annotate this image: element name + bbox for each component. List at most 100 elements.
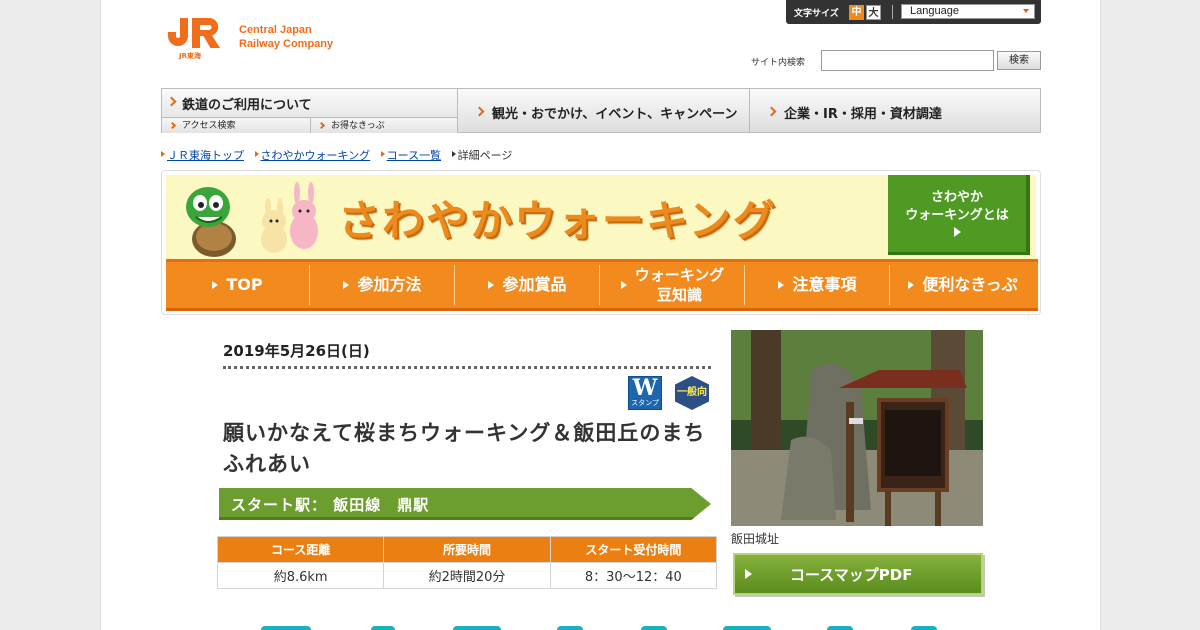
header-duration: 所要時間 bbox=[383, 536, 551, 563]
about-walking-button[interactable]: さわやか ウォーキングとは bbox=[888, 175, 1030, 255]
logo-wordmark: Central Japan Railway Company bbox=[239, 23, 333, 51]
breadcrumb-item[interactable]: コース一覧 bbox=[380, 147, 441, 163]
breadcrumb: ＪＲ東海トップ さわやかウォーキング コース一覧 詳細ページ bbox=[161, 147, 519, 163]
chevron-right-icon bbox=[317, 121, 326, 130]
about-line-2: ウォーキングとは bbox=[905, 208, 1009, 223]
stamp-badge-letter: W bbox=[632, 375, 658, 401]
mascot-illustration bbox=[186, 182, 318, 257]
chevron-right-icon bbox=[166, 96, 177, 107]
course-map-pdf-button[interactable]: コースマップPDF bbox=[733, 553, 983, 595]
nav-railway-usage-label: 鉄道のご利用について bbox=[182, 98, 312, 113]
nav-access-search[interactable]: アクセス検索 bbox=[162, 117, 310, 133]
breadcrumb-link-walking[interactable]: さわやかウォーキング bbox=[261, 149, 371, 162]
search-label: サイト内検索 bbox=[751, 58, 806, 68]
bottom-tab[interactable] bbox=[371, 626, 395, 630]
walking-nav-tips[interactable]: ウォーキング 豆知識 bbox=[601, 265, 745, 305]
about-line-1: さわやか bbox=[930, 190, 983, 205]
global-nav: 鉄道のご利用について アクセス検索 お得なきっぷ 観光・おでかけ、イベント、キャ… bbox=[161, 88, 1041, 133]
general-badge-icon: 一般向 bbox=[675, 376, 709, 410]
walking-nav-tickets[interactable]: 便利なきっぷ bbox=[891, 265, 1035, 305]
language-select-label: Language bbox=[910, 5, 959, 17]
walking-nav-prizes-label: 参加賞品 bbox=[502, 275, 567, 294]
nav-railway-usage[interactable]: 鉄道のご利用について アクセス検索 お得なきっぷ bbox=[161, 88, 458, 133]
jr-central-logo[interactable]: Central Japan Railway Company JR東海 bbox=[166, 16, 346, 64]
search-input[interactable] bbox=[821, 50, 994, 71]
arrow-right-icon bbox=[343, 281, 350, 289]
photo-caption: 飯田城址 bbox=[731, 532, 780, 546]
arrow-right-icon bbox=[745, 569, 752, 579]
divider bbox=[892, 5, 893, 19]
play-arrow-icon bbox=[953, 227, 961, 237]
course-map-pdf-label: コースマップPDF bbox=[790, 565, 913, 584]
walking-nav-notes[interactable]: 注意事項 bbox=[746, 265, 890, 305]
walking-banner: さわやかウォーキング さわやか ウォーキングとは TOP 参加方法 参加賞品 ウ… bbox=[161, 170, 1041, 315]
cell-duration: 約2時間20分 bbox=[383, 562, 551, 589]
chevron-down-icon bbox=[1023, 9, 1029, 13]
walking-nav: TOP 参加方法 参加賞品 ウォーキング 豆知識 注意事項 便利なきっぷ bbox=[166, 259, 1038, 311]
font-size-large-button[interactable]: 大 bbox=[866, 5, 881, 20]
course-info-table: コース距離 所要時間 スタート受付時間 約8.6km 約2時間20分 8：30～… bbox=[216, 536, 718, 589]
chevron-right-icon bbox=[474, 106, 485, 117]
walking-nav-how-to-join[interactable]: 参加方法 bbox=[311, 265, 455, 305]
nav-discount-tickets[interactable]: お得なきっぷ bbox=[310, 117, 458, 133]
stamp-badge-icon: W スタンプ bbox=[628, 376, 662, 410]
banner-header: さわやかウォーキング さわやか ウォーキングとは bbox=[166, 175, 1036, 259]
table-header-row: コース距離 所要時間 スタート受付時間 bbox=[216, 536, 718, 563]
page-container: 文字サイズ 中 大 Language Central Japan Railway… bbox=[100, 0, 1101, 630]
bottom-tab[interactable] bbox=[641, 626, 667, 630]
jr-logo-icon bbox=[168, 18, 220, 48]
course-photo bbox=[731, 330, 983, 526]
bottom-tab[interactable] bbox=[827, 626, 853, 630]
arrow-right-icon bbox=[778, 281, 785, 289]
bottom-tab[interactable] bbox=[911, 626, 937, 630]
search-button[interactable]: 検索 bbox=[997, 51, 1041, 70]
walking-nav-how-to-join-label: 参加方法 bbox=[357, 275, 422, 294]
logo-line-1: Central Japan bbox=[239, 24, 312, 36]
banner-title: さわやかウォーキング bbox=[338, 196, 777, 245]
logo-line-2: Railway Company bbox=[239, 38, 334, 50]
header-start-time: スタート受付時間 bbox=[549, 536, 718, 563]
font-size-label: 文字サイズ bbox=[794, 9, 839, 19]
walking-nav-top[interactable]: TOP bbox=[166, 265, 310, 305]
nav-tourism-events-label: 観光・おでかけ、イベント、キャンペーン bbox=[492, 107, 738, 122]
arrow-right-icon bbox=[908, 281, 915, 289]
breadcrumb-item[interactable]: さわやかウォーキング bbox=[254, 147, 371, 163]
utility-bar: 文字サイズ 中 大 Language bbox=[786, 0, 1041, 24]
breadcrumb-link-course-list[interactable]: コース一覧 bbox=[387, 149, 441, 162]
cell-distance: 約8.6km bbox=[216, 562, 385, 589]
cell-start-time: 8：30～12：40 bbox=[549, 562, 718, 589]
breadcrumb-current-label: 詳細ページ bbox=[457, 149, 513, 162]
walking-nav-prizes[interactable]: 参加賞品 bbox=[456, 265, 600, 305]
divider bbox=[223, 366, 711, 369]
bottom-tab[interactable] bbox=[557, 626, 583, 630]
bottom-tab[interactable] bbox=[453, 626, 501, 630]
header-distance: コース距離 bbox=[216, 536, 385, 563]
nav-corporate[interactable]: 企業・IR・採用・資材調達 bbox=[749, 88, 1041, 133]
arrow-right-icon bbox=[212, 281, 219, 289]
logo-sub: JR東海 bbox=[179, 52, 201, 60]
start-station-text: スタート駅： 飯田線 鼎駅 bbox=[231, 496, 430, 514]
arrow-right-icon bbox=[620, 281, 627, 289]
chevron-right-icon bbox=[168, 121, 177, 130]
course-title: 願いかなえて桜まちウォーキング＆飯田丘のまちふれあい bbox=[223, 421, 706, 476]
bottom-tab[interactable] bbox=[723, 626, 771, 630]
event-date: 2019年5月26日(日) bbox=[223, 342, 370, 360]
font-size-medium-button[interactable]: 中 bbox=[849, 5, 864, 20]
walking-nav-tips-label: ウォーキング 豆知識 bbox=[634, 266, 725, 304]
breadcrumb-link-top[interactable]: ＪＲ東海トップ bbox=[167, 149, 244, 162]
bottom-tab[interactable] bbox=[261, 626, 311, 630]
breadcrumb-current: 詳細ページ bbox=[451, 147, 513, 163]
breadcrumb-item[interactable]: ＪＲ東海トップ bbox=[161, 147, 244, 163]
walking-nav-top-label: TOP bbox=[226, 275, 263, 294]
arrow-right-icon bbox=[488, 281, 495, 289]
walking-nav-notes-label: 注意事項 bbox=[792, 275, 857, 294]
table-row: 約8.6km 約2時間20分 8：30～12：40 bbox=[216, 562, 718, 589]
walking-nav-tickets-label: 便利なきっぷ bbox=[922, 275, 1018, 294]
stamp-badge-label: スタンプ bbox=[631, 399, 659, 407]
language-select[interactable]: Language bbox=[901, 4, 1035, 19]
start-station-banner: スタート駅： 飯田線 鼎駅 bbox=[219, 488, 711, 520]
nav-tourism-events[interactable]: 観光・おでかけ、イベント、キャンペーン bbox=[457, 88, 750, 133]
nav-discount-tickets-label: お得なきっぷ bbox=[331, 121, 385, 131]
nav-access-search-label: アクセス検索 bbox=[182, 121, 236, 131]
chevron-right-icon bbox=[766, 106, 777, 117]
